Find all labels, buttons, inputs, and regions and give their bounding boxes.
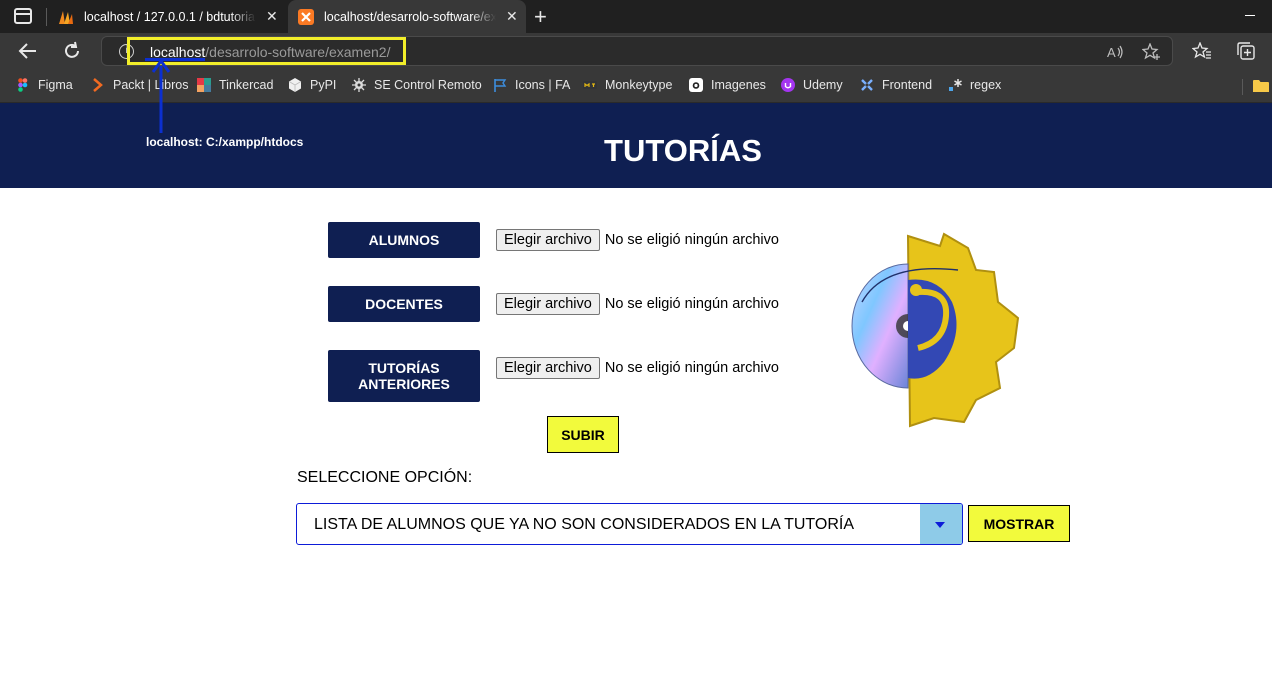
bookmarks-bar: Figma Packt | Libros Tinkercad PyPI SE C… (0, 70, 1272, 103)
bookmark-tinkercad[interactable]: Tinkercad (197, 78, 273, 92)
bookmark-monkeytype[interactable]: Monkeytype (583, 78, 672, 92)
close-tab-icon[interactable]: ✕ (506, 8, 518, 25)
add-favorite-icon[interactable] (1142, 43, 1162, 61)
choose-file-button[interactable]: Elegir archivo (496, 357, 600, 379)
favorites-icon[interactable] (1192, 42, 1212, 60)
bookmark-imagenes[interactable]: Imagenes (689, 78, 766, 92)
upload-button[interactable]: SUBIR (547, 416, 619, 453)
udemy-icon (781, 78, 795, 92)
bookmarks-divider (1242, 79, 1243, 95)
select-dropdown-button[interactable] (920, 504, 962, 544)
tab-actions-icon[interactable] (14, 8, 32, 24)
bookmark-label: Imagenes (711, 78, 766, 92)
folder-icon[interactable] (1253, 79, 1269, 93)
tab-title: localhost / 127.0.0.1 / bdtutoria / (84, 9, 256, 24)
label-alumnos: ALUMNOS (328, 222, 480, 258)
file-input-tutorias-anteriores: Elegir archivo No se eligió ningún archi… (496, 357, 779, 379)
tab-examen2[interactable]: localhost/desarrolo-software/examen2/ ✕ (288, 0, 526, 33)
bookmark-frontend[interactable]: Frontend (860, 78, 932, 92)
file-status: No se eligió ningún archivo (604, 232, 779, 248)
refresh-icon[interactable] (62, 41, 82, 61)
tab-title: localhost/desarrolo-software/examen2/ (324, 9, 496, 24)
read-aloud-icon[interactable]: A (1107, 44, 1125, 60)
xampp-icon (298, 8, 314, 25)
bookmark-se-control-remoto[interactable]: SE Control Remoto (352, 78, 482, 92)
tab-separator (46, 8, 47, 26)
bookmark-icons-fa[interactable]: Icons | FA (493, 78, 570, 92)
annotation-text: localhost: C:/xampp/htdocs (146, 135, 304, 149)
bookmark-pypi[interactable]: PyPI (288, 78, 336, 92)
file-status: No se eligió ningún archivo (604, 296, 779, 312)
bookmark-label: Monkeytype (605, 78, 673, 92)
new-tab-icon[interactable]: + (534, 4, 547, 30)
annotation-arrow-icon (151, 58, 171, 133)
phpmyadmin-icon (59, 10, 73, 24)
close-tab-icon[interactable]: ✕ (266, 8, 278, 25)
choose-file-button[interactable]: Elegir archivo (496, 229, 600, 251)
flag-icon (494, 79, 507, 92)
bookmark-label: Tinkercad (219, 78, 274, 92)
department-logo (851, 232, 1020, 428)
report-select[interactable]: LISTA DE ALUMNOS QUE YA NO SON CONSIDERA… (296, 503, 963, 545)
browser-titlebar: localhost / 127.0.0.1 / bdtutoria / ✕ lo… (0, 0, 1272, 33)
minimize-icon[interactable] (1245, 15, 1255, 16)
monkeytype-icon (583, 81, 597, 89)
file-input-docentes: Elegir archivo No se eligió ningún archi… (496, 293, 779, 315)
bookmark-label: Frontend (882, 78, 933, 92)
choose-file-button[interactable]: Elegir archivo (496, 293, 600, 315)
file-status: No se eligió ningún archivo (604, 360, 779, 376)
pypi-icon (288, 78, 302, 92)
bookmark-label: Icons | FA (515, 78, 571, 92)
collections-icon[interactable] (1236, 41, 1256, 61)
label-docentes: DOCENTES (328, 286, 480, 322)
bookmark-label: Figma (38, 78, 73, 92)
bookmark-label: PyPI (310, 78, 337, 92)
select-option-label: SELECCIONE OPCIÓN: (297, 469, 473, 486)
back-icon[interactable] (18, 42, 38, 60)
figma-icon (18, 78, 28, 92)
bookmark-label: Udemy (803, 78, 843, 92)
bookmark-figma[interactable]: Figma (16, 78, 73, 92)
packt-icon (93, 78, 103, 92)
bookmark-udemy[interactable]: Udemy (781, 78, 843, 92)
show-button[interactable]: MOSTRAR (968, 505, 1070, 542)
camera-icon (689, 78, 703, 92)
file-input-alumnos: Elegir archivo No se eligió ningún archi… (496, 229, 779, 251)
frontend-icon (861, 79, 873, 91)
tinkercad-icon (197, 78, 211, 92)
label-tutorias-anteriores: TUTORÍAS ANTERIORES (328, 350, 480, 402)
regex-icon (949, 79, 962, 91)
tab-phpmyadmin[interactable]: localhost / 127.0.0.1 / bdtutoria / ✕ (58, 0, 286, 33)
remote-control-icon (352, 78, 366, 92)
bookmark-label: regex (970, 78, 1002, 92)
svg-text:A: A (1107, 45, 1116, 60)
bookmark-label: SE Control Remoto (374, 78, 482, 92)
chevron-down-icon (935, 522, 945, 528)
bookmark-regex[interactable]: regex (948, 78, 1001, 92)
select-value: LISTA DE ALUMNOS QUE YA NO SON CONSIDERA… (314, 516, 854, 533)
